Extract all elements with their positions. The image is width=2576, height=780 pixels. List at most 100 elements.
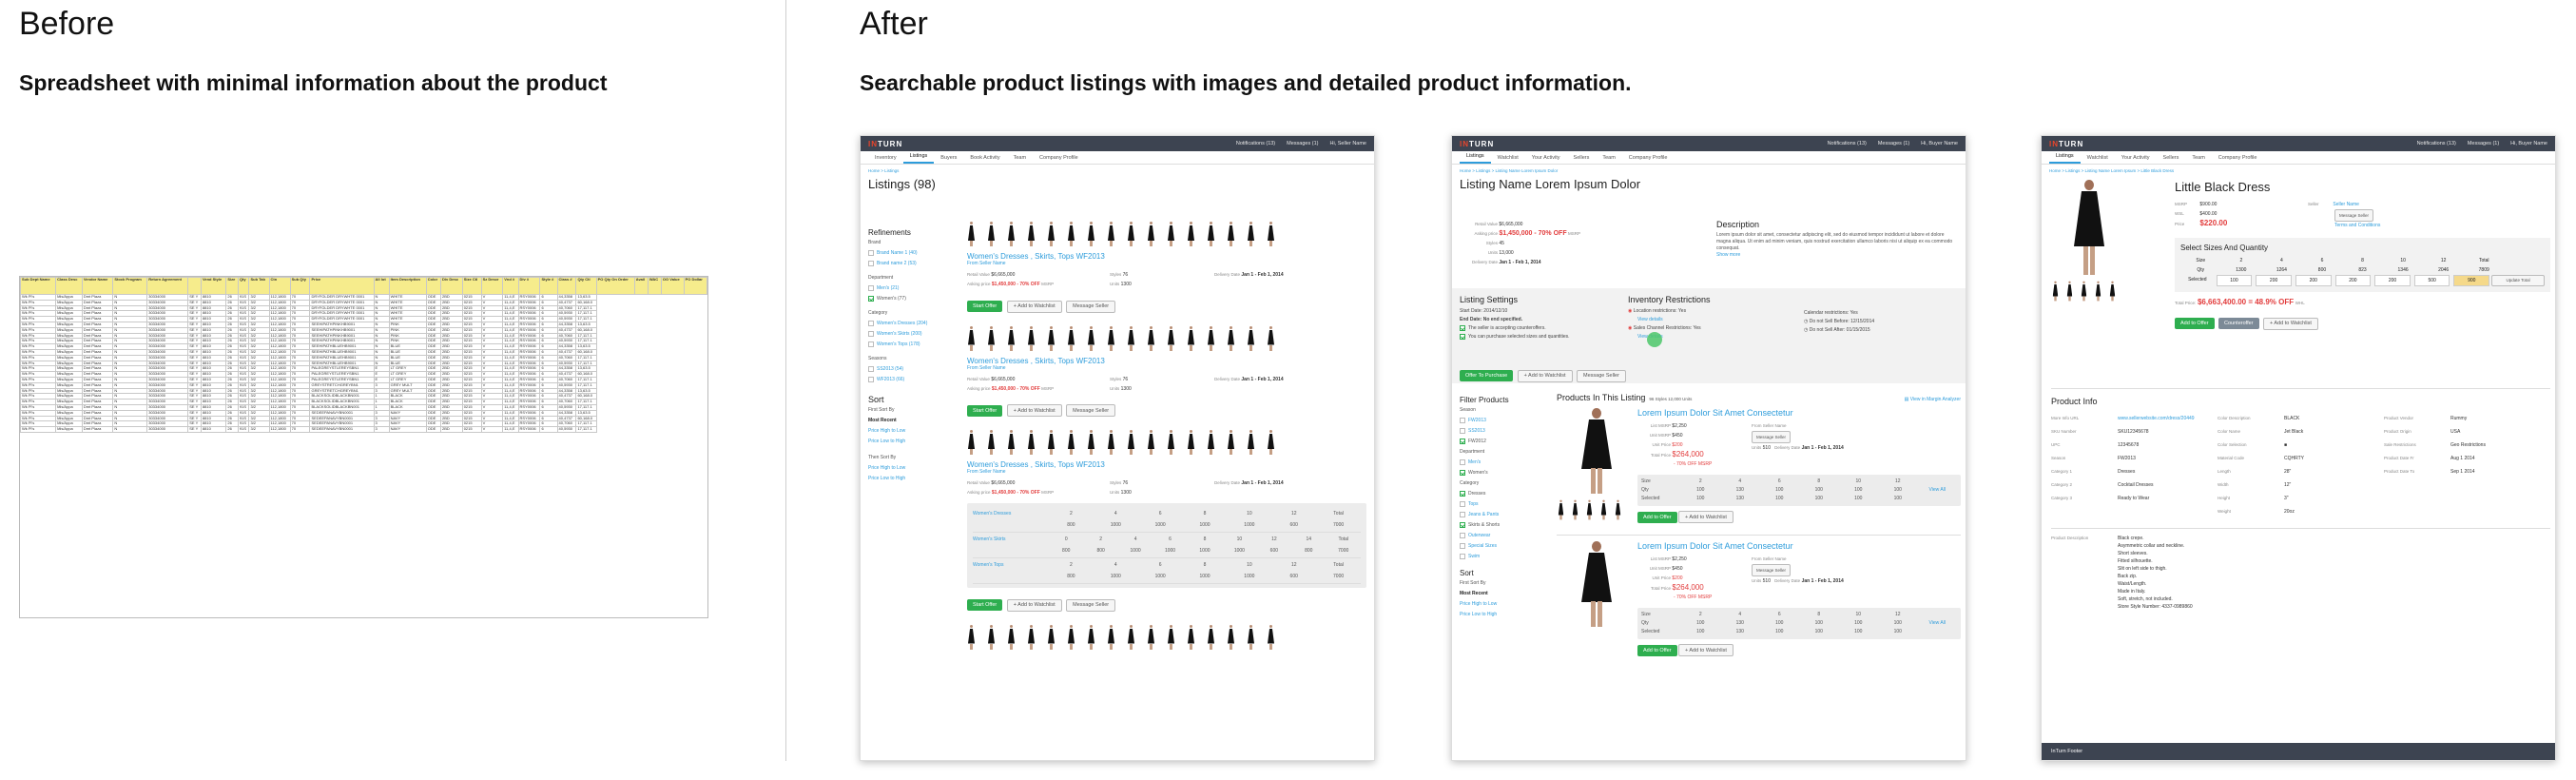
dress-thumbnail[interactable] — [2066, 281, 2073, 302]
message-seller-button[interactable]: Message Seller — [1752, 431, 1792, 443]
checkbox-icon[interactable] — [1460, 553, 1465, 559]
message-seller-button[interactable]: Message Seller — [1752, 564, 1792, 576]
category-filter[interactable]: Outerwear — [1460, 531, 1547, 541]
dress-thumbnail[interactable] — [1087, 624, 1095, 650]
checkbox-icon[interactable] — [1460, 500, 1465, 507]
tab-watchlist[interactable]: Watchlist — [2081, 155, 2115, 164]
breakdown-label[interactable]: Women's Dresses — [973, 511, 1049, 528]
size-cell[interactable]: 100 — [1681, 628, 1721, 636]
account-menu[interactable]: Hi, Buyer Name — [2510, 141, 2547, 146]
dress-thumbnail[interactable] — [987, 222, 996, 246]
checkbox-icon[interactable] — [1460, 532, 1465, 538]
checkbox-icon[interactable] — [1460, 458, 1465, 465]
dress-thumbnail[interactable] — [1558, 499, 1564, 520]
dress-thumbnail[interactable] — [1027, 430, 1036, 455]
breadcrumb[interactable]: Home > Listings — [861, 165, 1374, 177]
product-main-image[interactable] — [2051, 180, 2127, 302]
start-offer-button[interactable]: Start Offer — [967, 599, 1003, 611]
show-more-link[interactable]: Show more — [1716, 252, 1954, 258]
checkbox-icon[interactable] — [868, 260, 874, 266]
sort-option[interactable]: Price High to Low — [1460, 601, 1497, 607]
qty-input[interactable]: 200 — [2256, 275, 2292, 286]
sort-option[interactable]: Price Low to High — [868, 476, 905, 481]
size-cell[interactable]: 130 — [1720, 495, 1760, 503]
add-to-offer-button[interactable]: Add to Offer — [1637, 511, 1677, 523]
sort-option[interactable]: Price Low to High — [1460, 612, 1497, 617]
add-watchlist-button[interactable]: + Add to Watchlist — [1006, 404, 1062, 417]
breakdown-label[interactable]: Women's Tops — [973, 562, 1049, 579]
qty-input[interactable]: 200 — [2374, 275, 2411, 286]
dress-thumbnail[interactable] — [1207, 430, 1215, 455]
notifications-link[interactable]: Notifications (13) — [2417, 141, 2456, 146]
tab-listings[interactable]: Listings — [1460, 153, 1491, 164]
qty-input[interactable]: 900 — [2453, 275, 2490, 286]
dress-thumbnail[interactable] — [1127, 325, 1135, 351]
dress-thumbnail[interactable] — [1067, 430, 1075, 455]
add-watchlist-button[interactable]: + Add to Watchlist — [1006, 598, 1062, 612]
qty-input[interactable]: 500 — [2413, 275, 2450, 286]
view-details-link[interactable]: View details — [1628, 316, 1790, 324]
account-menu[interactable]: Hi, Seller Name — [1329, 141, 1366, 146]
qty-input[interactable]: 100 — [2216, 275, 2253, 286]
dress-thumbnail[interactable] — [1187, 325, 1195, 351]
dress-thumbnail[interactable] — [1087, 222, 1095, 246]
checkbox-icon[interactable] — [1460, 427, 1465, 434]
tab-sellers[interactable]: Sellers — [1567, 155, 1597, 164]
checkbox-icon[interactable] — [868, 341, 874, 347]
tab-team[interactable]: Team — [2185, 155, 2211, 164]
dress-photo[interactable] — [2070, 180, 2108, 275]
category-filter[interactable]: Swim — [1460, 552, 1547, 562]
dress-thumbnail[interactable] — [1107, 325, 1115, 351]
size-cell[interactable]: 100 — [1878, 495, 1918, 503]
tab-sellers[interactable]: Sellers — [2157, 155, 2186, 164]
checkbox-checked-icon[interactable] — [1460, 490, 1465, 497]
notifications-link[interactable]: Notifications (13) — [1828, 141, 1867, 146]
breadcrumb[interactable]: Home > Listings > Listing Name Lorem Ips… — [2042, 165, 2555, 177]
brand-filter[interactable]: Brand name 2 (53) — [868, 259, 949, 269]
logo[interactable]: INTURN — [868, 140, 902, 148]
checkbox-checked-icon[interactable] — [1460, 521, 1465, 528]
size-cell[interactable]: 100 — [1760, 495, 1800, 503]
dress-thumbnail[interactable] — [2109, 281, 2116, 302]
product-name[interactable]: Lorem Ipsum Dolor Sit Amet Consectetur — [1637, 408, 1961, 418]
brand-filter[interactable]: Brand Name 1 (40) — [868, 248, 949, 259]
counteroffer-button[interactable]: Counteroffer — [2218, 318, 2259, 329]
dress-thumbnail[interactable] — [1572, 499, 1579, 520]
dress-thumbnail[interactable] — [1187, 222, 1195, 246]
view-all-link[interactable]: View All — [1918, 486, 1958, 495]
logo[interactable]: INTURN — [2049, 140, 2083, 148]
dress-thumbnail[interactable] — [1147, 325, 1155, 351]
add-to-offer-button[interactable]: Add to Offer — [2175, 318, 2215, 329]
dress-thumbnail[interactable] — [1107, 222, 1115, 246]
sort-option[interactable]: Most Recent — [868, 416, 949, 426]
tab-listings[interactable]: Listings — [902, 153, 935, 164]
dress-thumbnail[interactable] — [1127, 430, 1135, 455]
season-filter[interactable]: SS2013 — [1460, 426, 1547, 437]
tab-book-activity[interactable]: Book Activity — [963, 155, 1006, 164]
dress-thumbnail[interactable] — [1107, 430, 1115, 455]
category-filter[interactable]: Women's Skirts (200) — [868, 329, 949, 340]
logo[interactable]: INTURN — [1460, 140, 1494, 148]
update-total-button[interactable]: Update Total — [2491, 275, 2546, 286]
size-cell[interactable]: 100 — [1799, 628, 1839, 636]
dress-thumbnail[interactable] — [1227, 222, 1235, 246]
dress-thumbnail[interactable] — [1047, 624, 1056, 650]
dress-thumbnail[interactable] — [1207, 222, 1215, 246]
dress-thumbnail[interactable] — [1247, 222, 1255, 246]
dress-thumbnail[interactable] — [1247, 624, 1255, 650]
message-seller-button[interactable]: Message Seller — [1066, 404, 1116, 417]
listing-title[interactable]: Women's Dresses , Skirts, Tops WF2013 — [967, 357, 1366, 365]
start-offer-button[interactable]: Start Offer — [967, 404, 1003, 417]
terms-link[interactable]: Terms and Conditions — [2334, 223, 2380, 228]
dress-photo[interactable] — [1578, 541, 1616, 627]
product-image[interactable] — [1557, 408, 1637, 527]
dress-thumbnail[interactable] — [1167, 624, 1175, 650]
category-filter[interactable]: Special Sizes — [1460, 541, 1547, 552]
tab-inventory[interactable]: Inventory — [868, 155, 903, 164]
dress-thumbnail[interactable] — [1047, 325, 1056, 351]
dress-thumbnail[interactable] — [987, 430, 996, 455]
checkbox-icon[interactable] — [868, 365, 874, 372]
dress-thumbnail[interactable] — [1147, 624, 1155, 650]
listing-title[interactable]: Women's Dresses , Skirts, Tops WF2013 — [967, 460, 1366, 469]
dress-thumbnail[interactable] — [1067, 624, 1075, 650]
